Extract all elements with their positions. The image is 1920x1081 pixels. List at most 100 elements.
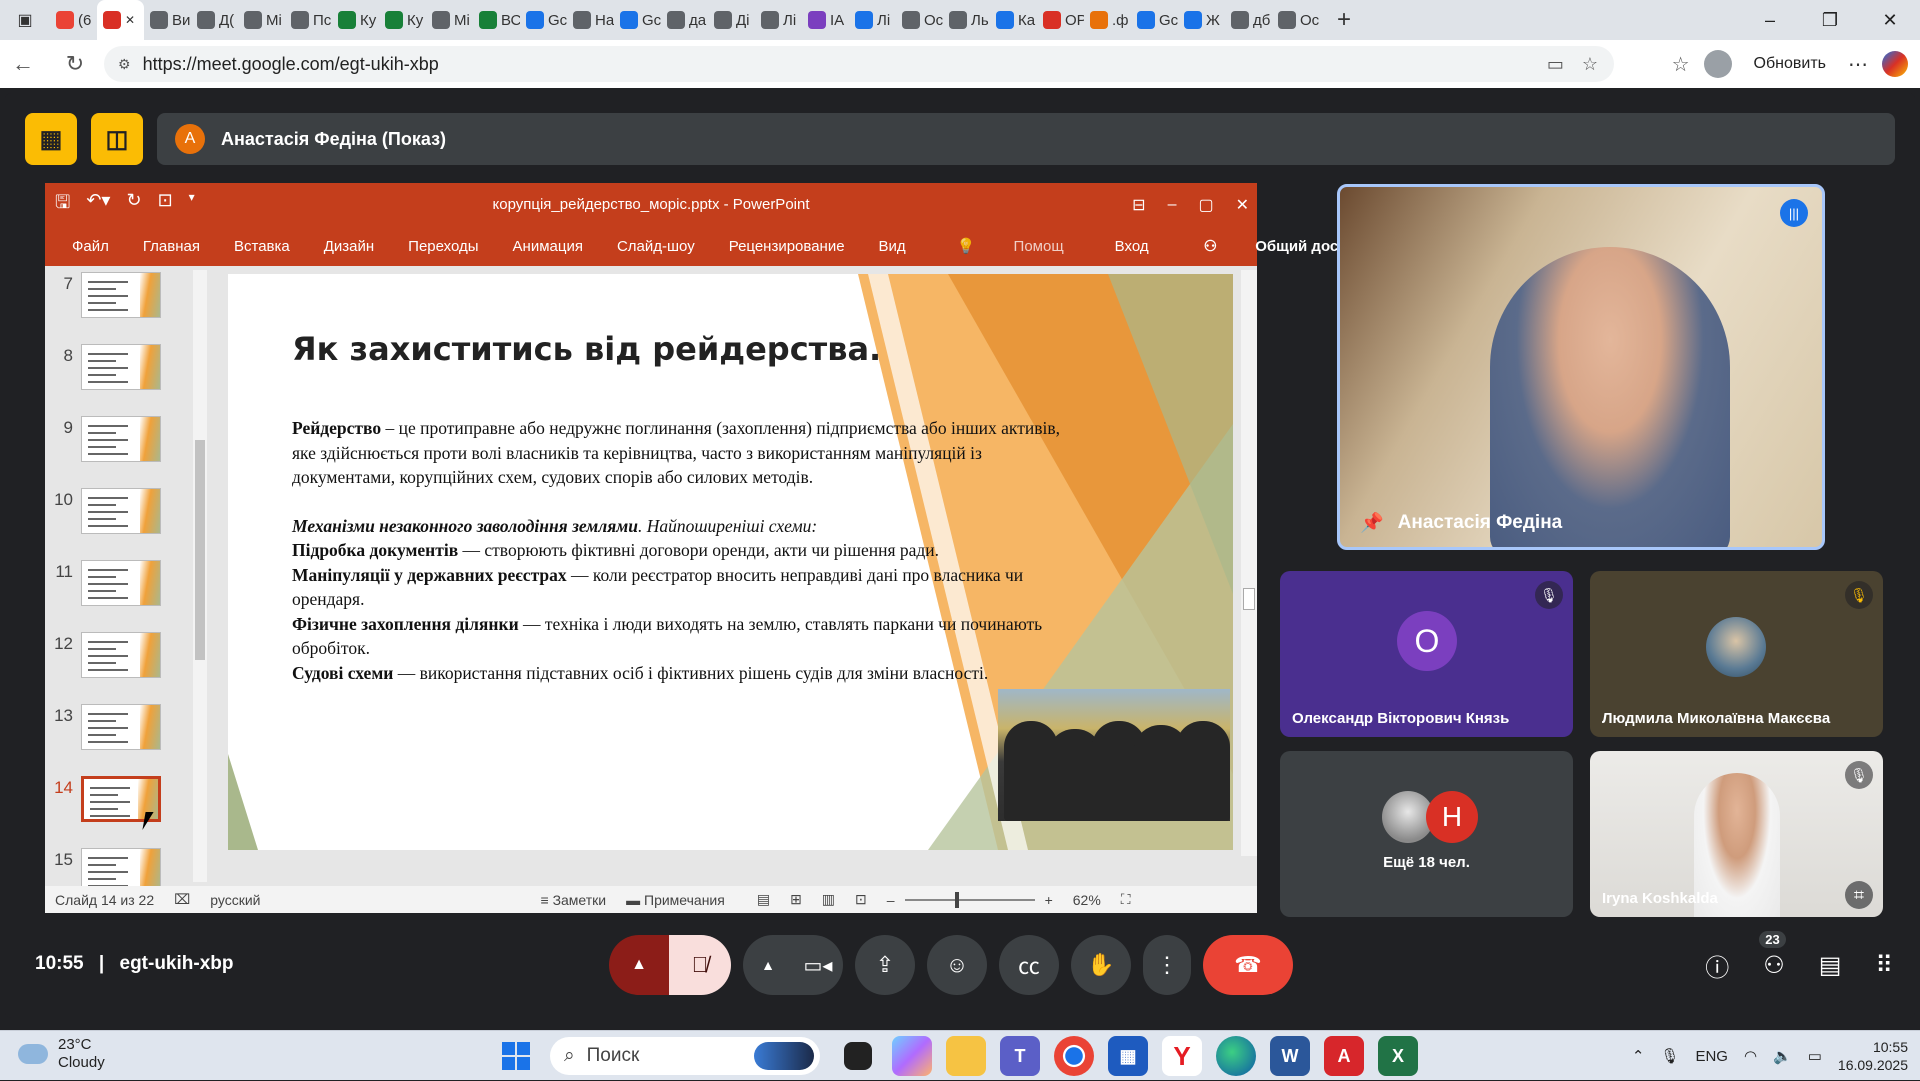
browser-tab[interactable]: Gc <box>1131 0 1178 40</box>
slide-sorter-icon[interactable]: ⊞ <box>780 891 812 908</box>
new-tab-button[interactable]: + <box>1319 0 1369 40</box>
frame-icon[interactable]: ⌗ <box>1845 881 1873 909</box>
store-icon[interactable]: ▦ <box>1108 1036 1148 1076</box>
captions-button[interactable]: ㏄ <box>999 935 1059 995</box>
meeting-details-icon[interactable]: ⓘ <box>1705 948 1729 983</box>
file-explorer-icon[interactable] <box>946 1036 986 1076</box>
browser-tab[interactable]: ВС <box>473 0 520 40</box>
browser-tab[interactable]: дб <box>1225 0 1272 40</box>
browser-tab[interactable]: Лі <box>849 0 896 40</box>
favorites-icon[interactable]: ☆ <box>1672 52 1690 77</box>
browser-tab[interactable]: Ос <box>1272 0 1319 40</box>
mic-off-button[interactable]: 🎙̸ <box>669 935 731 995</box>
slideshow-icon[interactable]: ⊡ <box>845 891 877 908</box>
bookmark-star-icon[interactable]: ☆ <box>1582 54 1598 75</box>
clock[interactable]: 10:55 16.09.2025 <box>1838 1038 1908 1074</box>
browser-tab[interactable]: (6 <box>50 0 97 40</box>
tab-actions-icon[interactable]: ▣ <box>0 0 50 40</box>
teams-icon[interactable]: T <box>1000 1036 1040 1076</box>
browser-tab[interactable]: Gc <box>614 0 661 40</box>
ribbon-tab[interactable]: Переходы <box>391 238 495 255</box>
leave-call-button[interactable]: ☎ <box>1203 935 1293 995</box>
chrome-icon[interactable] <box>1054 1036 1094 1076</box>
more-participants-tile[interactable]: Н Ещё 18 чел. <box>1280 751 1573 917</box>
pin-icon[interactable]: 📌 <box>1360 511 1384 535</box>
current-slide[interactable]: Як захиститись від рейдерства. Рейдерств… <box>228 274 1233 850</box>
browser-tab[interactable]: Лі <box>755 0 802 40</box>
thumbnail-scroll-thumb[interactable] <box>195 440 205 660</box>
camera-icon[interactable]: ▭ <box>1547 54 1564 75</box>
browser-tab[interactable]: Ка <box>990 0 1037 40</box>
browser-tab[interactable]: ✕ <box>97 0 144 40</box>
slide-thumbnail[interactable]: 14 <box>45 776 195 832</box>
video-options-icon[interactable]: ▲ <box>743 957 793 973</box>
edge-icon[interactable] <box>1216 1036 1256 1076</box>
weather-widget[interactable]: 23°C Cloudy <box>18 1036 105 1072</box>
slide-thumbnail[interactable]: 7 <box>45 272 195 328</box>
browser-tab[interactable]: Ку <box>332 0 379 40</box>
ribbon-tab[interactable]: Дизайн <box>307 238 391 255</box>
slide-thumbnail[interactable]: 13 <box>45 704 195 760</box>
word-icon[interactable]: W <box>1270 1036 1310 1076</box>
browser-tab[interactable]: Д( <box>191 0 238 40</box>
profile-avatar[interactable] <box>1703 50 1732 78</box>
browser-tab[interactable]: .ф <box>1084 0 1131 40</box>
slide-scrollbar[interactable] <box>1241 270 1257 856</box>
microphone-icon[interactable]: 🎙 <box>1660 1047 1679 1065</box>
slide-thumbnail[interactable]: 10 <box>45 488 195 544</box>
reading-view-icon[interactable]: ▥ <box>812 891 845 908</box>
ppt-minimize-icon[interactable]: – <box>1168 196 1177 214</box>
maximize-icon[interactable]: ❐ <box>1800 0 1860 40</box>
notes-button[interactable]: ≡ Заметки <box>531 892 617 908</box>
slide-thumbnail[interactable]: 9 <box>45 416 195 472</box>
zoom-level[interactable]: 62% <box>1063 892 1111 908</box>
audio-options-icon[interactable]: ▲ <box>609 935 669 995</box>
browser-tab[interactable]: Ді <box>708 0 755 40</box>
tray-overflow-icon[interactable]: ⌃ <box>1632 1047 1645 1065</box>
browser-tab[interactable]: Gc <box>520 0 567 40</box>
browser-tab[interactable]: Мі <box>238 0 285 40</box>
participant-tile[interactable]: 🎙 Iryna Koshkalda ⌗ <box>1590 751 1883 917</box>
ribbon-display-icon[interactable]: ⊟ <box>1132 195 1145 215</box>
browser-tab[interactable]: На <box>567 0 614 40</box>
language-indicator[interactable]: ENG <box>1695 1048 1728 1065</box>
task-view-icon[interactable] <box>844 1042 872 1070</box>
browser-tab[interactable]: ОР <box>1037 0 1084 40</box>
zoom-in-icon[interactable]: + <box>1035 892 1063 908</box>
copilot-icon[interactable] <box>1882 51 1908 77</box>
thumbnail-scrollbar[interactable] <box>193 270 207 882</box>
browser-tab[interactable]: да <box>661 0 708 40</box>
slide-thumbnail[interactable]: 12 <box>45 632 195 688</box>
ppt-close-icon[interactable]: ✕ <box>1236 195 1249 215</box>
url-field[interactable]: ⚙ https://meet.google.com/egt-ukih-xbp ▭… <box>104 46 1614 82</box>
copilot-app-icon[interactable] <box>892 1036 932 1076</box>
emoji-reaction-button[interactable]: ☺ <box>927 935 987 995</box>
help-tab[interactable]: 💡 Помощ <box>923 237 1098 255</box>
taskbar-search[interactable]: ⌕ Поиск <box>550 1037 820 1075</box>
ribbon-tab[interactable]: Главная <box>126 238 217 255</box>
login-button[interactable]: Вход <box>1098 238 1166 255</box>
ribbon-tab[interactable]: Слайд-шоу <box>600 238 712 255</box>
minimize-icon[interactable]: – <box>1740 0 1800 40</box>
yandex-icon[interactable]: Y <box>1162 1036 1202 1076</box>
present-screen-button[interactable]: ⇪ <box>855 935 915 995</box>
browser-tab[interactable]: Ж <box>1178 0 1225 40</box>
zoom-slider[interactable] <box>904 891 1035 908</box>
participant-tile[interactable]: 🎙 Людмила Миколаївна Макєєва <box>1590 571 1883 737</box>
acrobat-icon[interactable]: A <box>1324 1036 1364 1076</box>
close-icon[interactable]: ✕ <box>1860 0 1920 40</box>
language-indicator[interactable]: русский <box>200 892 270 908</box>
browser-tab[interactable]: Ос <box>896 0 943 40</box>
ribbon-tab[interactable]: Анимация <box>496 238 600 255</box>
ribbon-tab[interactable]: Рецензирование <box>712 238 862 255</box>
battery-icon[interactable]: ▭ <box>1808 1047 1822 1065</box>
activities-icon[interactable]: ⠿ <box>1875 951 1893 980</box>
browser-tab[interactable]: Ль <box>943 0 990 40</box>
ribbon-tab[interactable]: Файл <box>55 238 126 255</box>
participant-tile-presenter[interactable]: ||| 📌 Анастасія Федіна <box>1337 184 1825 550</box>
zoom-out-icon[interactable]: – <box>877 892 905 908</box>
back-icon[interactable]: ← <box>0 51 46 77</box>
more-options-button[interactable]: ⋮ <box>1143 935 1191 995</box>
browser-tab[interactable]: Ви <box>144 0 191 40</box>
ribbon-tab[interactable]: Вид <box>862 238 923 255</box>
